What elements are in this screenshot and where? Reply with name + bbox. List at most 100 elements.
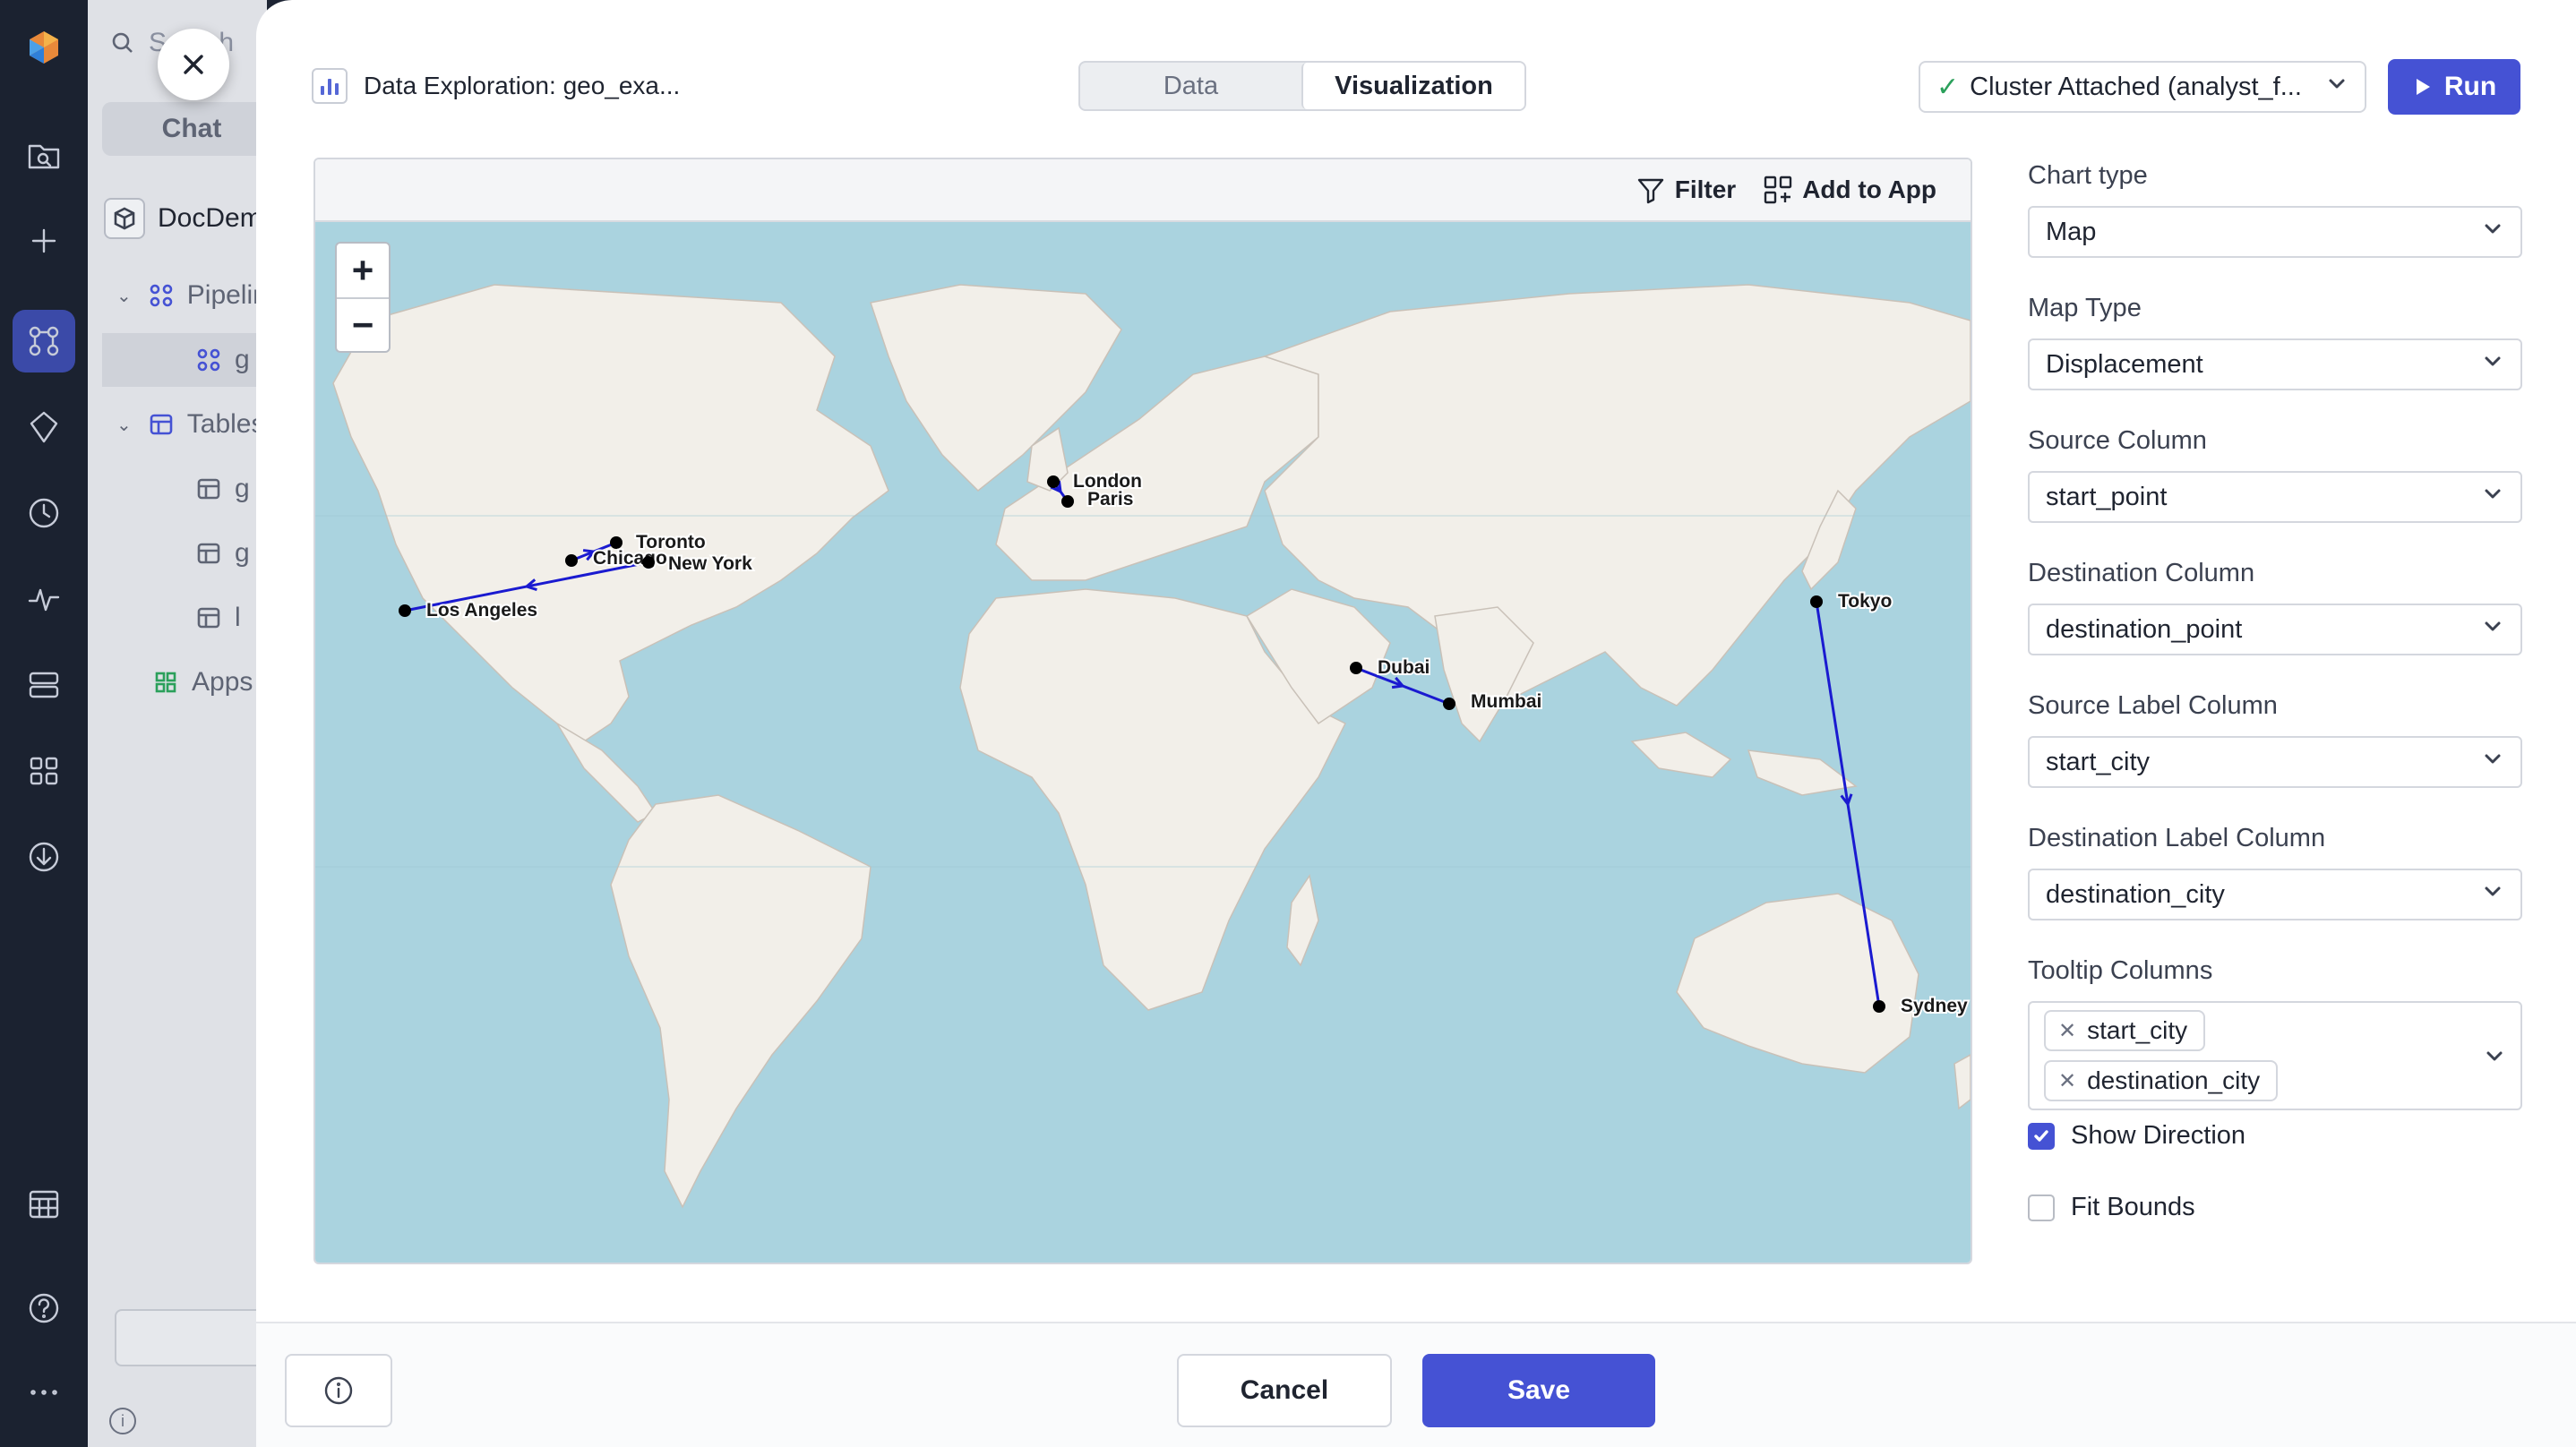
city-marker[interactable]: [642, 556, 655, 569]
fit-bounds-checkbox[interactable]: Fit Bounds: [2028, 1193, 2195, 1222]
map-type-label: Map Type: [2028, 293, 2142, 322]
calendar-icon[interactable]: [13, 1173, 75, 1236]
show-direction-checkbox[interactable]: Show Direction: [2028, 1121, 2245, 1151]
city-marker[interactable]: [1047, 475, 1060, 488]
destination-column-field: Destination Column destination_point: [2028, 555, 2522, 655]
pipelines-icon[interactable]: [13, 310, 75, 372]
map-type-select[interactable]: Displacement: [2028, 338, 2522, 390]
tooltip-columns-multiselect[interactable]: ✕ start_city ✕ destination_city: [2028, 1001, 2522, 1110]
city-marker[interactable]: [1350, 662, 1362, 674]
modal-title: Data Exploration: geo_exa...: [312, 68, 680, 104]
view-tabs: Data Visualization: [1078, 61, 1526, 111]
source-column-label: Source Column: [2028, 425, 2207, 455]
add-to-app-button[interactable]: Add to App: [1763, 175, 1936, 205]
filter-button[interactable]: Filter: [1636, 175, 1736, 205]
source-label-column-label: Source Label Column: [2028, 690, 2278, 720]
add-icon[interactable]: [13, 210, 75, 272]
info-icon: [324, 1376, 353, 1405]
source-label-column-select[interactable]: start_city: [2028, 736, 2522, 788]
checkbox-unchecked-icon[interactable]: [2028, 1194, 2055, 1221]
close-icon: [184, 55, 203, 74]
city-label: Paris: [1087, 489, 1133, 509]
destination-label-column-select[interactable]: destination_city: [2028, 869, 2522, 920]
map-type-field: Map Type Displacement: [2028, 290, 2522, 390]
tag-icon[interactable]: [13, 396, 75, 458]
history-icon[interactable]: [13, 482, 75, 544]
city-label: Los Angeles: [426, 600, 537, 621]
chart-type-label: Chart type: [2028, 160, 2148, 190]
cluster-select[interactable]: ✓ Cluster Attached (analyst_f...: [1919, 61, 2366, 113]
city-marker[interactable]: [1810, 595, 1823, 608]
fit-bounds-label: Fit Bounds: [2071, 1193, 2195, 1221]
chart-type-value: Map: [2046, 217, 2097, 246]
background-tree-pipeline-item: g: [102, 333, 267, 387]
chevron-down-icon: [2483, 1044, 2506, 1072]
app-logo-icon[interactable]: [13, 16, 75, 79]
help-icon[interactable]: [13, 1277, 75, 1340]
background-tree-apps: Apps: [152, 655, 253, 709]
download-icon[interactable]: [13, 826, 75, 888]
more-icon[interactable]: [13, 1361, 75, 1424]
left-nav-rail: [0, 0, 88, 1447]
add-to-app-icon: [1764, 176, 1792, 204]
background-chat-tab: Chat: [102, 102, 267, 156]
apps-grid-icon[interactable]: [13, 740, 75, 802]
filter-icon: [1637, 178, 1663, 204]
city-label: New York: [668, 553, 752, 574]
zoom-controls: + −: [335, 242, 391, 353]
city-marker[interactable]: [399, 604, 411, 617]
destination-label-column-value: destination_city: [2046, 879, 2225, 909]
check-icon: ✓: [1936, 72, 1960, 102]
remove-chip-icon[interactable]: ✕: [2058, 1018, 2076, 1044]
run-button[interactable]: Run: [2388, 59, 2520, 115]
close-modal-button[interactable]: [158, 29, 229, 100]
add-to-app-label: Add to App: [1802, 176, 1936, 203]
source-column-select[interactable]: start_point: [2028, 471, 2522, 523]
chevron-down-icon: [2325, 72, 2348, 102]
activity-icon[interactable]: [13, 568, 75, 630]
files-icon[interactable]: [13, 124, 75, 186]
map-canvas[interactable]: TorontoChicago New YorkLos AngelesLondonP…: [315, 222, 1971, 1264]
save-button[interactable]: Save: [1422, 1354, 1655, 1427]
destination-column-value: destination_point: [2046, 614, 2243, 644]
run-button-label: Run: [2443, 72, 2497, 101]
city-label: Tokyo: [1838, 591, 1892, 612]
destination-label-column-label: Destination Label Column: [2028, 823, 2326, 852]
chevron-down-icon: [2481, 614, 2504, 645]
chart-type-select[interactable]: Map: [2028, 206, 2522, 258]
tab-data[interactable]: Data: [1080, 63, 1301, 109]
play-icon: [2416, 79, 2430, 95]
city-marker[interactable]: [565, 554, 578, 567]
background-tree-tables: ⌄ Tables: [116, 409, 265, 439]
cancel-button[interactable]: Cancel: [1177, 1354, 1392, 1427]
tooltip-chip[interactable]: ✕ destination_city: [2044, 1060, 2279, 1101]
city-marker[interactable]: [1061, 495, 1074, 508]
world-map[interactable]: Toronto Chicago New York Los Angeles London P…: [315, 222, 1971, 1264]
map-type-value: Displacement: [2046, 349, 2203, 379]
zoom-in-button[interactable]: +: [337, 244, 389, 297]
background-table-item: g: [195, 462, 250, 516]
background-input: [115, 1309, 267, 1366]
city-marker[interactable]: [1443, 698, 1455, 710]
tooltip-chip[interactable]: ✕ start_city: [2044, 1010, 2206, 1051]
chevron-down-icon: [2481, 879, 2504, 910]
destination-column-label: Destination Column: [2028, 558, 2255, 587]
visualization-modal: Data Exploration: geo_exa... Data Visual…: [256, 0, 2576, 1447]
background-info-icon: i: [109, 1408, 136, 1434]
city-label: Chicago: [593, 548, 667, 569]
city-label: Dubai: [1378, 657, 1430, 678]
city-label: Sydney: [1901, 996, 1968, 1016]
storage-icon[interactable]: [13, 654, 75, 716]
checkbox-checked-icon[interactable]: [2028, 1122, 2055, 1150]
zoom-out-button[interactable]: −: [337, 297, 389, 351]
background-tree-root: DocDemo: [104, 192, 267, 245]
chart-type-field: Chart type Map: [2028, 158, 2522, 258]
city-marker[interactable]: [610, 536, 623, 549]
show-direction-label: Show Direction: [2071, 1121, 2246, 1150]
city-marker[interactable]: [1873, 1000, 1885, 1013]
destination-column-select[interactable]: destination_point: [2028, 604, 2522, 655]
info-button[interactable]: [285, 1354, 392, 1427]
remove-chip-icon[interactable]: ✕: [2058, 1068, 2076, 1094]
tab-visualization[interactable]: Visualization: [1301, 63, 1524, 109]
source-label-column-value: start_city: [2046, 747, 2151, 776]
